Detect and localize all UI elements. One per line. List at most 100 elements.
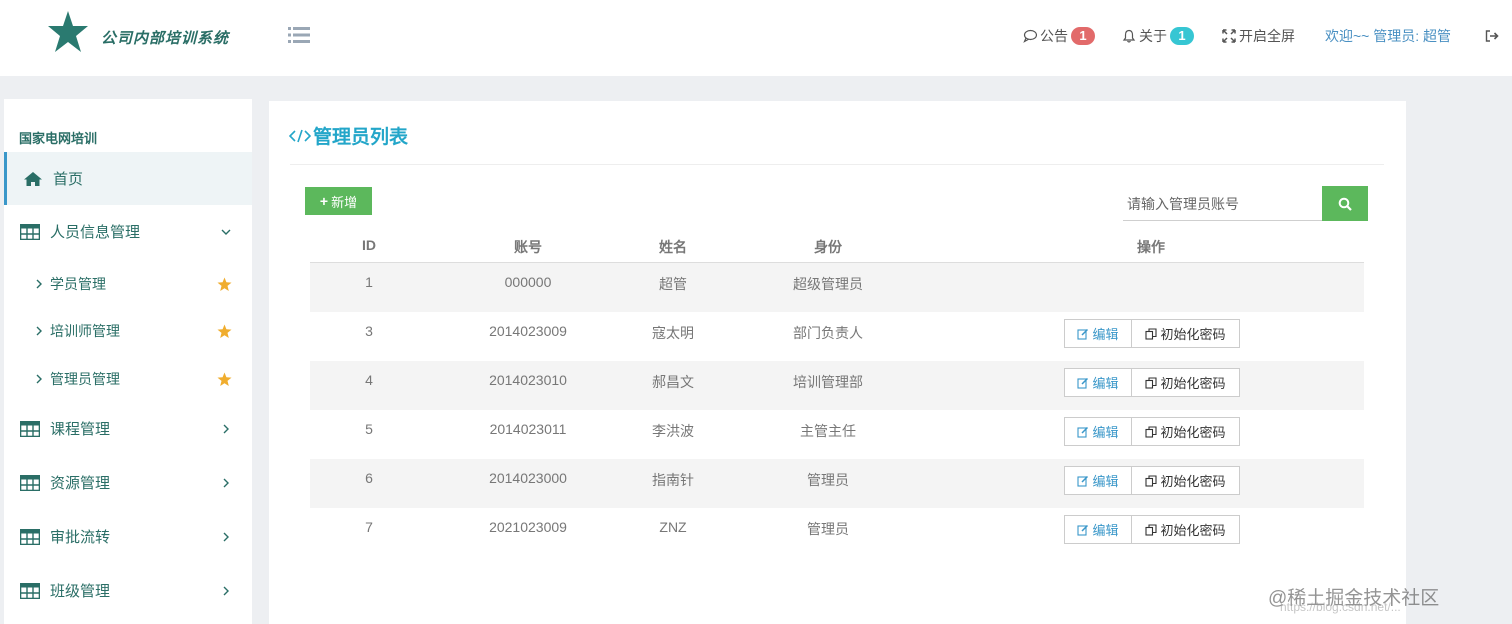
cell-role: 主管主任 [800,423,856,439]
chevron-down-icon [221,229,231,235]
sign-out-icon [1485,30,1499,42]
edit-label: 编辑 [1092,523,1119,538]
welcome-user-link[interactable]: 欢迎~~ 管理员: 超管 [1325,25,1451,47]
cell-account: 000000 [504,274,552,290]
table-row: 5 2014023011 李洪波 主管主任 编辑 初始化密码 [310,410,1364,459]
bell-icon [1122,29,1136,43]
cell-account: 2021023009 [489,519,567,535]
edit-icon [1077,524,1089,536]
search-icon [1338,197,1352,211]
cell-id: 1 [365,274,373,290]
cell-id: 3 [365,323,373,339]
chevron-right-icon [36,374,42,384]
sidebar-item-label: 班级管理 [50,583,111,600]
table-icon [20,420,40,437]
edit-label: 编辑 [1092,327,1119,342]
reset-password-button[interactable]: 初始化密码 [1132,368,1240,397]
sidebar-subitem-admins[interactable]: 管理员管理 [4,359,252,399]
edit-label: 编辑 [1092,474,1119,489]
reset-password-label: 初始化密码 [1160,523,1226,538]
reset-password-button[interactable]: 初始化密码 [1132,319,1240,348]
sidebar-item-resources[interactable]: 资源管理 [4,456,252,509]
edit-icon [1077,328,1089,340]
sidebar-item-label: 资源管理 [50,475,111,492]
column-header-name: 姓名 [659,239,687,255]
cell-account: 2014023009 [489,323,567,339]
cell-role: 管理员 [807,472,849,488]
copy-icon [1145,474,1158,487]
table-row: 6 2014023000 指南针 管理员 编辑 初始化密码 [310,459,1364,508]
notice-label: 公告 [1040,28,1068,44]
edit-button[interactable]: 编辑 [1064,417,1132,446]
table-header: ID 账号 姓名 身份 操作 [310,232,1364,263]
sidebar-item-label: 首页 [53,171,84,188]
chevron-right-icon [36,326,42,336]
sidebar-subitem-label: 培训师管理 [50,323,120,339]
logout-button[interactable] [1485,25,1502,47]
edit-icon [1077,475,1089,487]
reset-password-button[interactable]: 初始化密码 [1132,515,1240,544]
cell-name: 李洪波 [652,423,694,439]
chevron-right-icon [223,532,229,541]
search-button[interactable] [1322,186,1368,221]
sidebar-subitem-students[interactable]: 学员管理 [4,264,252,304]
chevron-right-icon [223,586,229,595]
sidebar-item-label: 审批流转 [50,529,111,546]
sidebar-item-classes[interactable]: 班级管理 [4,564,252,617]
sidebar-subitem-trainers[interactable]: 培训师管理 [4,311,252,351]
edit-button[interactable]: 编辑 [1064,466,1132,495]
sidebar-subitem-label: 学员管理 [50,276,106,292]
edit-label: 编辑 [1092,425,1119,440]
column-header-id: ID [362,237,376,253]
about-badge: 1 [1170,27,1194,45]
cell-id: 5 [365,421,373,437]
edit-button[interactable]: 编辑 [1064,368,1132,397]
reset-password-button[interactable]: 初始化密码 [1132,466,1240,495]
cell-name: 寇太明 [652,325,694,341]
sidebar-subitem-label: 管理员管理 [50,371,120,387]
row-actions: 编辑 初始化密码 [1064,417,1240,446]
fullscreen-link[interactable]: 开启全屏 [1222,25,1295,47]
row-actions: 编辑 初始化密码 [1064,319,1240,348]
table-icon [20,474,40,491]
copy-icon [1145,523,1158,536]
menu-toggle-icon[interactable] [288,27,310,43]
sidebar-item-personnel[interactable]: 人员信息管理 [4,205,252,258]
sidebar-item-courses[interactable]: 课程管理 [4,402,252,455]
cell-account: 2014023000 [489,470,567,486]
column-header-actions: 操作 [1137,239,1165,255]
star-icon [217,372,232,386]
cell-name: 指南针 [652,472,694,488]
cell-account: 2014023011 [489,421,567,437]
column-header-account: 账号 [514,239,542,255]
about-label: 关于 [1139,28,1167,44]
cell-id: 6 [365,470,373,486]
edit-button[interactable]: 编辑 [1064,319,1132,348]
cell-account: 2014023010 [489,372,567,388]
chevron-right-icon [36,279,42,289]
copy-icon [1145,425,1158,438]
page-title-text: 管理员列表 [313,127,409,148]
sidebar-item-home[interactable]: 首页 [4,152,252,205]
add-admin-button[interactable]: + 新增 [305,187,372,215]
notice-link[interactable]: 公告 1 [1023,25,1095,47]
about-link[interactable]: 关于 1 [1122,25,1194,47]
edit-button[interactable]: 编辑 [1064,515,1132,544]
column-header-role: 身份 [814,239,842,255]
comment-icon [1023,29,1037,43]
cell-name: 郝昌文 [652,374,694,390]
fullscreen-label: 开启全屏 [1239,28,1295,44]
cell-role: 部门负责人 [793,325,863,341]
page-title: 管理员列表 [289,122,408,149]
logo-star-icon [48,11,88,52]
copy-icon [1145,327,1158,340]
sidebar-item-approval[interactable]: 审批流转 [4,510,252,563]
reset-password-button[interactable]: 初始化密码 [1132,417,1240,446]
cell-id: 7 [365,519,373,535]
search-input[interactable] [1123,187,1322,221]
table-row: 7 2021023009 ZNZ 管理员 编辑 初始化密码 [310,508,1364,557]
table-row: 3 2014023009 寇太明 部门负责人 编辑 初始化密码 [310,312,1364,361]
table-row: 1 000000 超管 超级管理员 [310,263,1364,312]
copy-icon [1145,376,1158,389]
row-actions: 编辑 初始化密码 [1064,368,1240,397]
